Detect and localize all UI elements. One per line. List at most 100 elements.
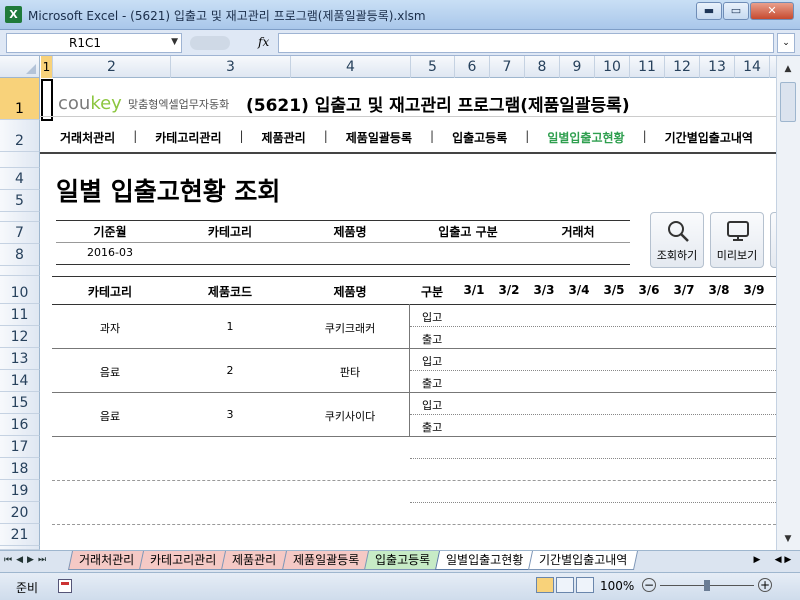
nav-separator: |	[642, 129, 647, 143]
condition-header: 카테고리	[207, 225, 253, 239]
magnifier-icon	[668, 221, 689, 242]
row-header[interactable]: 7	[0, 222, 40, 244]
expand-formula-bar-icon[interactable]: ⌄	[777, 33, 795, 53]
row-header[interactable]	[0, 212, 40, 222]
base-month-value[interactable]: 2016-03	[87, 246, 133, 259]
row-header[interactable]: 11	[0, 304, 40, 326]
row-header[interactable]: 5	[0, 190, 40, 212]
row-header[interactable]: 10	[0, 276, 40, 304]
row-header[interactable]: 4	[0, 168, 40, 190]
next-sheet-icon[interactable]: ▶	[27, 555, 34, 565]
nav-item-categories[interactable]: 카테고리관리	[155, 129, 221, 149]
row-header[interactable]: 15	[0, 392, 40, 414]
column-header[interactable]: 3	[171, 56, 291, 78]
column-header[interactable]: 12	[665, 56, 700, 78]
date-header: 3/1	[463, 283, 485, 297]
close-button[interactable]: ✕	[750, 2, 794, 20]
column-header[interactable]: 6	[455, 56, 490, 78]
column-header[interactable]: 8	[525, 56, 560, 78]
preview-button[interactable]: 미리보기	[710, 212, 764, 268]
excel-app-icon[interactable]: X	[5, 6, 22, 23]
prev-sheet-icon[interactable]: ◀	[16, 555, 23, 565]
zoom-in-icon[interactable]: +	[758, 578, 772, 592]
divider	[56, 220, 630, 221]
row-header[interactable]: 8	[0, 244, 40, 266]
table-cell-category: 음료	[99, 366, 121, 379]
column-header[interactable]: 5	[411, 56, 455, 78]
nav-separator: |	[430, 129, 435, 143]
horizontal-scroll-icon[interactable]: ◀ ▶	[770, 555, 796, 569]
chevron-down-icon[interactable]: ▼	[171, 37, 178, 47]
scroll-down-icon[interactable]: ▼	[781, 532, 795, 546]
nav-item-inout-register[interactable]: 입출고등록	[452, 129, 507, 149]
row-header[interactable]: 1	[0, 78, 40, 120]
preview-button-label: 미리보기	[716, 249, 758, 262]
row-header[interactable]: 12	[0, 326, 40, 348]
sheet-tab[interactable]: 제품관리	[221, 551, 288, 570]
zoom-slider-thumb[interactable]	[704, 580, 710, 591]
macro-record-icon[interactable]	[58, 579, 72, 593]
column-header[interactable]: 2	[53, 56, 171, 78]
nav-item-period-history[interactable]: 기간별입출고내역	[665, 129, 753, 149]
coukey-logo: coukey	[58, 93, 122, 114]
column-header[interactable]: 4	[291, 56, 411, 78]
scroll-thumb[interactable]	[780, 82, 796, 122]
table-cell-name: 쿠키사이다	[324, 410, 376, 423]
column-header[interactable]: 9	[560, 56, 595, 78]
last-sheet-icon[interactable]: ⏭	[38, 555, 46, 565]
row-header[interactable]: 16	[0, 414, 40, 436]
scroll-up-icon[interactable]: ▲	[781, 62, 795, 76]
nav-item-daily-status[interactable]: 일별입출고현황	[547, 129, 624, 149]
first-sheet-icon[interactable]: ⏮	[4, 555, 12, 565]
table-cell-in: 입고	[422, 311, 443, 324]
row-header[interactable]: 18	[0, 458, 40, 480]
window-controls: ▬ ▭ ✕	[696, 2, 794, 20]
row-header[interactable]	[0, 152, 40, 168]
zoom-level[interactable]: 100%	[600, 579, 634, 593]
column-header[interactable]: 1	[41, 56, 53, 78]
page-break-view-icon[interactable]	[576, 577, 594, 593]
row-header[interactable]: 2	[0, 120, 40, 152]
row-header[interactable]	[0, 266, 40, 276]
normal-view-icon[interactable]	[536, 577, 554, 593]
search-button[interactable]: 조회하기	[650, 212, 704, 268]
row-header[interactable]: 13	[0, 348, 40, 370]
page-layout-view-icon[interactable]	[556, 577, 574, 593]
zoom-out-icon[interactable]: −	[642, 578, 656, 592]
row-header[interactable]: 19	[0, 480, 40, 502]
tab-split-handle-icon[interactable]: ▶	[748, 555, 766, 569]
date-header: 3/5	[603, 283, 625, 297]
formula-input[interactable]	[278, 33, 774, 53]
sheet-tab[interactable]: 거래처관리	[67, 551, 146, 570]
sheet-tab[interactable]: 카테고리관리	[139, 551, 228, 570]
column-header[interactable]: 7	[490, 56, 525, 78]
nav-item-products[interactable]: 제품관리	[262, 129, 306, 149]
page-title: 일별 입출고현황 조회	[56, 177, 281, 206]
sheet-tab-active[interactable]: 일별입출고현황	[435, 551, 535, 570]
active-cell-r1c1[interactable]	[41, 79, 53, 121]
formula-cancel-icon[interactable]	[190, 36, 230, 50]
row-header[interactable]: 17	[0, 436, 40, 458]
sheet-tab[interactable]: 입출고등록	[363, 551, 442, 570]
column-header[interactable]: 13	[700, 56, 735, 78]
select-all-corner[interactable]	[0, 56, 40, 78]
program-title: (5621) 입출고 및 재고관리 프로그램(제품일괄등록)	[246, 96, 630, 116]
row-header[interactable]: 21	[0, 524, 40, 546]
minimize-button[interactable]: ▬	[696, 2, 722, 20]
maximize-button[interactable]: ▭	[723, 2, 749, 20]
divider	[52, 348, 776, 349]
row-header[interactable]: 14	[0, 370, 40, 392]
column-header[interactable]: 14	[735, 56, 770, 78]
column-header[interactable]: 11	[630, 56, 665, 78]
row-header[interactable]: 20	[0, 502, 40, 524]
sheet-tab[interactable]: 기간별입출고내역	[528, 551, 639, 570]
insert-function-icon[interactable]: fx	[258, 35, 269, 49]
date-header: 3/6	[638, 283, 660, 297]
sheet-tab[interactable]: 제품일괄등록	[281, 551, 370, 570]
nav-item-vendors[interactable]: 거래처관리	[60, 129, 115, 149]
nav-item-bulk-register[interactable]: 제품일괄등록	[346, 129, 412, 149]
divider	[410, 414, 776, 415]
column-header[interactable]: 10	[595, 56, 630, 78]
vertical-scrollbar[interactable]: ▲ ▼	[776, 56, 800, 550]
name-box[interactable]: R1C1 ▼	[6, 33, 182, 53]
